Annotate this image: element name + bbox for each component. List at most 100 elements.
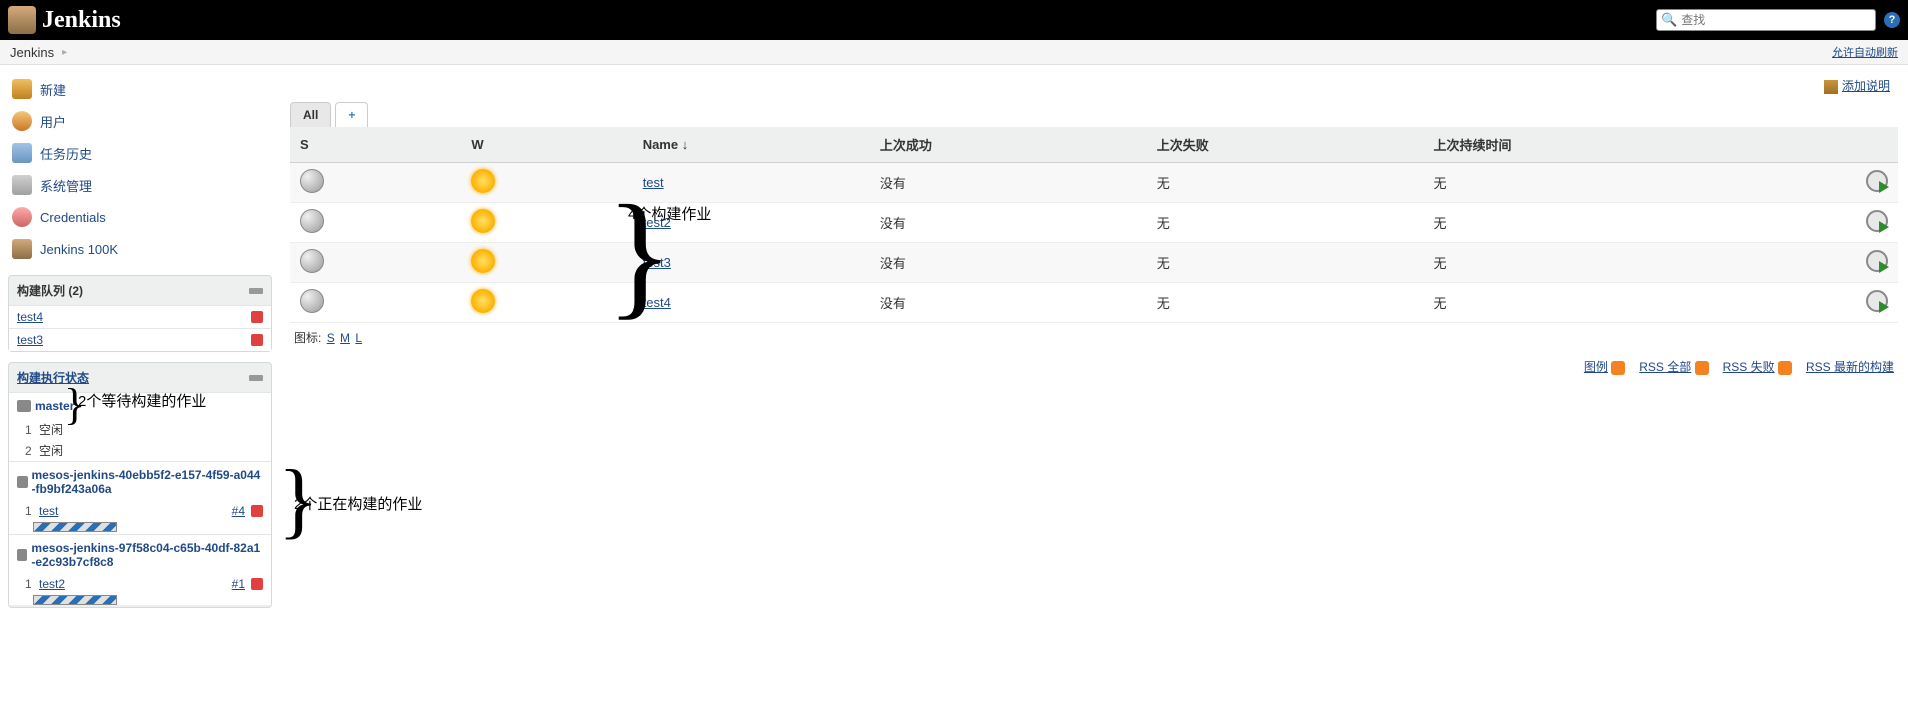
sidebar-item-history[interactable]: 任务历史 xyxy=(8,137,272,169)
schedule-build-icon[interactable] xyxy=(1866,210,1888,232)
gear-icon xyxy=(12,175,32,195)
cancel-build-icon[interactable] xyxy=(251,334,263,346)
rss-all-link[interactable]: RSS 全部 xyxy=(1639,360,1691,374)
breadcrumb-bar: Jenkins ▸ 允许自动刷新 xyxy=(0,40,1908,65)
sidebar-item-new[interactable]: 新建 xyxy=(8,73,272,105)
build-number-link[interactable]: #4 xyxy=(232,504,245,518)
slot-number: 1 xyxy=(25,504,39,518)
running-job-link[interactable]: test xyxy=(39,504,58,518)
table-row: test没有无无 xyxy=(290,163,1898,203)
build-queue-panel: 构建队列 (2) test4 test3 xyxy=(8,275,272,352)
icon-size-selector: 图标: S M L xyxy=(290,323,1898,352)
top-header: Jenkins 🔍 ? xyxy=(0,0,1908,40)
executor-slot: 2空闲 xyxy=(9,440,271,461)
collapse-icon[interactable] xyxy=(249,375,263,381)
sort-indicator: ↓ xyxy=(682,137,689,152)
computer-icon xyxy=(17,549,27,561)
tab-all[interactable]: All xyxy=(290,102,331,127)
executor-slot: 1 test2 #1 xyxy=(9,575,271,593)
queue-job-link[interactable]: test3 xyxy=(17,333,43,347)
search-input[interactable] xyxy=(1681,13,1871,27)
slot-state: 空闲 xyxy=(39,421,63,438)
last-fail-cell: 无 xyxy=(1147,283,1424,323)
last-duration-cell: 无 xyxy=(1423,203,1818,243)
last-fail-cell: 无 xyxy=(1147,243,1424,283)
sidebar-item-label: 新建 xyxy=(40,80,66,99)
add-description-link[interactable]: 添加说明 xyxy=(1842,79,1890,93)
icon-size-s[interactable]: S xyxy=(327,331,335,345)
edit-icon xyxy=(1824,80,1838,94)
slot-state: 空闲 xyxy=(39,442,63,459)
jenkins-logo-icon xyxy=(8,6,36,34)
view-tabs: All + xyxy=(290,102,1898,127)
weather-sun-icon xyxy=(471,209,495,233)
slot-number: 1 xyxy=(25,577,39,591)
weather-sun-icon xyxy=(471,169,495,193)
legend-link[interactable]: 图例 xyxy=(1584,360,1608,374)
column-name[interactable]: Name ↓ xyxy=(633,127,870,163)
sidebar-item-label: Credentials xyxy=(40,210,106,225)
sidebar-item-manage[interactable]: 系统管理 xyxy=(8,169,272,201)
jenkins-logo[interactable]: Jenkins xyxy=(8,6,121,34)
footer-links: 图例 RSS 全部 RSS 失败 RSS 最新的构建 xyxy=(290,352,1898,381)
help-icon[interactable]: ? xyxy=(1884,12,1900,28)
executor-title[interactable]: 构建执行状态 xyxy=(17,369,89,386)
build-progress-bar[interactable] xyxy=(33,595,117,605)
column-last-fail[interactable]: 上次失败 xyxy=(1147,127,1424,163)
rss-latest-link[interactable]: RSS 最新的构建 xyxy=(1806,360,1894,374)
search-box[interactable]: 🔍 xyxy=(1656,9,1876,31)
job-name-link[interactable]: test2 xyxy=(643,215,671,230)
last-duration-cell: 无 xyxy=(1423,163,1818,203)
weather-sun-icon xyxy=(471,289,495,313)
icon-size-l[interactable]: L xyxy=(355,331,362,345)
sidebar-item-credentials[interactable]: Credentials xyxy=(8,201,272,233)
collapse-icon[interactable] xyxy=(249,288,263,294)
sidebar-item-100k[interactable]: Jenkins 100K xyxy=(8,233,272,265)
auto-refresh-link[interactable]: 允许自动刷新 xyxy=(1832,47,1898,59)
slot-number: 2 xyxy=(25,444,39,458)
queue-item: test4 xyxy=(9,305,271,328)
column-last-duration[interactable]: 上次持续时间 xyxy=(1423,127,1818,163)
schedule-build-icon[interactable] xyxy=(1866,290,1888,312)
last-success-cell: 没有 xyxy=(870,163,1147,203)
sidebar-item-label: 用户 xyxy=(40,112,66,131)
queue-item: test3 xyxy=(9,328,271,351)
sidebar-item-users[interactable]: 用户 xyxy=(8,105,272,137)
column-last-success[interactable]: 上次成功 xyxy=(870,127,1147,163)
rss-icon xyxy=(1778,361,1792,375)
sidebar-nav: 新建 用户 任务历史 系统管理 Credentials Jenkins 100K xyxy=(8,73,272,265)
job-name-link[interactable]: test xyxy=(643,175,664,190)
executor-slot: 1 test #4 xyxy=(9,502,271,520)
queue-job-link[interactable]: test4 xyxy=(17,310,43,324)
column-status[interactable]: S xyxy=(290,127,461,163)
schedule-build-icon[interactable] xyxy=(1866,250,1888,272)
cancel-build-icon[interactable] xyxy=(251,311,263,323)
table-row: test4没有无无 xyxy=(290,283,1898,323)
search-icon: 🔍 xyxy=(1661,12,1677,28)
tab-add-view[interactable]: + xyxy=(335,102,368,127)
rss-fail-link[interactable]: RSS 失败 xyxy=(1723,360,1775,374)
running-job-link[interactable]: test2 xyxy=(39,577,65,591)
sidebar: 新建 用户 任务历史 系统管理 Credentials Jenkins 100K… xyxy=(0,65,280,616)
last-success-cell: 没有 xyxy=(870,243,1147,283)
breadcrumb-root[interactable]: Jenkins xyxy=(10,45,54,60)
table-row: test2没有无无 xyxy=(290,203,1898,243)
column-weather[interactable]: W xyxy=(461,127,632,163)
last-duration-cell: 无 xyxy=(1423,243,1818,283)
build-number-link[interactable]: #1 xyxy=(232,577,245,591)
credentials-icon xyxy=(12,207,32,227)
last-fail-cell: 无 xyxy=(1147,203,1424,243)
history-icon xyxy=(12,143,32,163)
icon-size-m[interactable]: M xyxy=(340,331,350,345)
last-success-cell: 没有 xyxy=(870,283,1147,323)
computer-icon xyxy=(17,400,31,412)
job-name-link[interactable]: test4 xyxy=(643,295,671,310)
job-name-link[interactable]: test3 xyxy=(643,255,671,270)
status-ball-icon xyxy=(300,289,324,313)
rss-icon xyxy=(1695,361,1709,375)
cancel-build-icon[interactable] xyxy=(251,578,263,590)
schedule-build-icon[interactable] xyxy=(1866,170,1888,192)
build-progress-bar[interactable] xyxy=(33,522,117,532)
cancel-build-icon[interactable] xyxy=(251,505,263,517)
executor-slot: 1空闲 xyxy=(9,419,271,440)
